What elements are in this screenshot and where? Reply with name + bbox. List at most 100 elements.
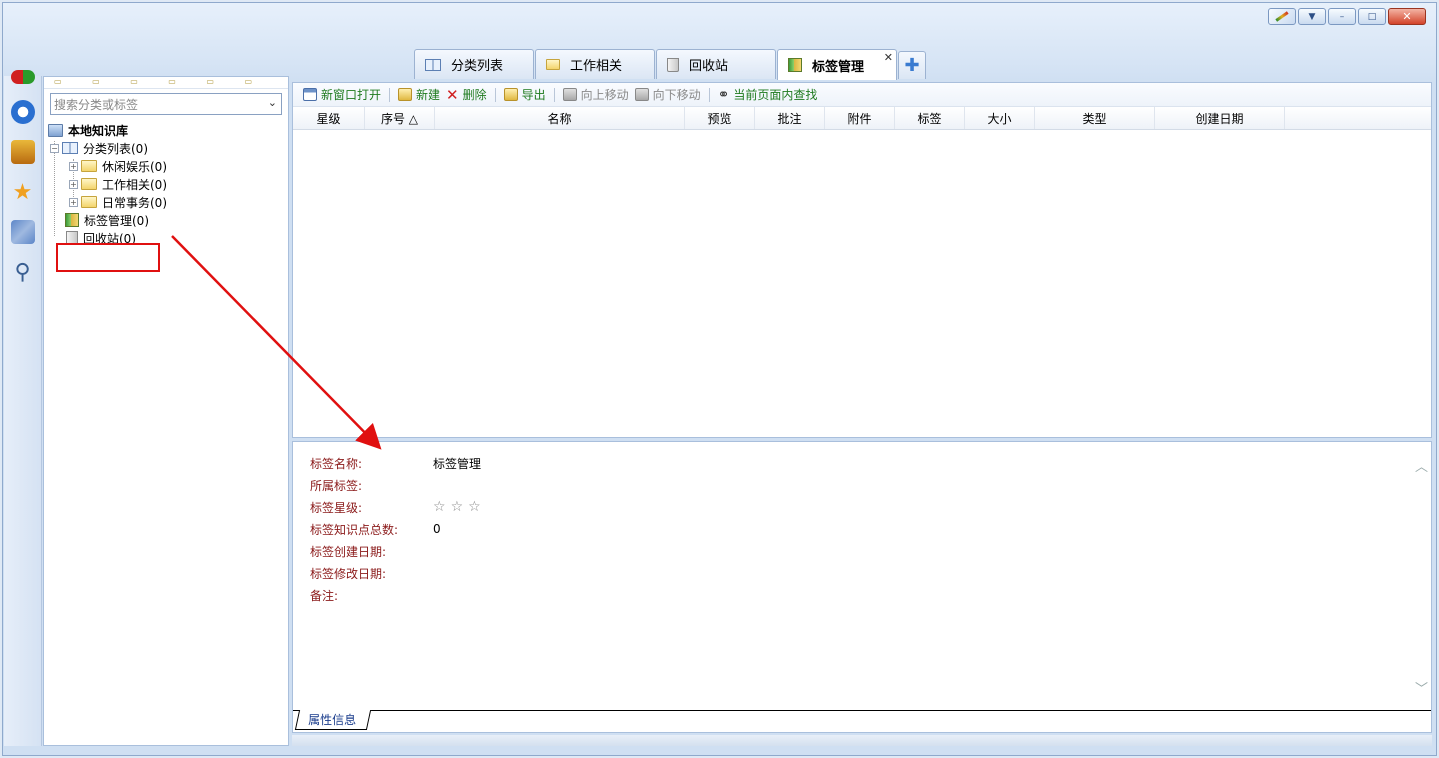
column-header-rating[interactable]: 星级 bbox=[293, 107, 365, 129]
search-icon[interactable]: ⚲ bbox=[11, 260, 35, 285]
expand-icon[interactable]: + bbox=[69, 161, 78, 171]
notebook-icon[interactable] bbox=[10, 140, 35, 164]
minimize-button[interactable]: – bbox=[1328, 8, 1356, 25]
property-row: 所属标签: bbox=[310, 474, 481, 496]
tab-category-list[interactable]: 分类列表 bbox=[414, 49, 534, 79]
column-header-attachment[interactable]: 附件 bbox=[825, 107, 895, 129]
new-button[interactable]: 新建 bbox=[398, 86, 440, 103]
properties-list: 标签名称: 标签管理 所属标签: 标签星级: ☆ ☆ ☆ 标签知识点总数: 0 标签… bbox=[310, 452, 481, 606]
tab-label: 回收站 bbox=[689, 59, 729, 74]
export-button[interactable]: 导出 bbox=[503, 86, 546, 103]
column-header-size[interactable]: 大小 bbox=[965, 107, 1035, 129]
scrollbar[interactable]: ︿ ﹀ bbox=[1415, 456, 1428, 697]
column-header-tag[interactable]: 标签 bbox=[895, 107, 965, 129]
move-down-icon bbox=[634, 88, 649, 101]
tag-book-icon bbox=[65, 213, 79, 227]
property-label: 所属标签: bbox=[310, 478, 363, 493]
button-label: 当前页面内查找 bbox=[733, 88, 818, 102]
tab-close-icon[interactable]: ✕ bbox=[884, 51, 893, 64]
toolbar-separator bbox=[389, 87, 391, 102]
property-row: 标签知识点总数: 0 bbox=[310, 518, 481, 540]
column-header-index[interactable]: 序号 △ bbox=[365, 107, 435, 129]
collapse-icon[interactable]: − bbox=[50, 143, 59, 153]
tab-work[interactable]: 工作相关 bbox=[535, 49, 655, 79]
expand-icon[interactable]: + bbox=[69, 197, 78, 207]
open-new-window-button[interactable]: 新窗口打开 bbox=[303, 86, 381, 103]
chevron-down-icon[interactable]: ⌄ bbox=[268, 96, 277, 109]
expand-icon[interactable]: + bbox=[69, 179, 78, 189]
move-up-button[interactable]: 向上移动 bbox=[562, 86, 629, 103]
search-placeholder: 搜索分类或标签 bbox=[54, 97, 139, 112]
property-label: 备注: bbox=[310, 588, 339, 603]
bottom-tab-bar: 属性信息 bbox=[293, 710, 1431, 732]
computer-icon bbox=[48, 123, 63, 137]
tree-node-category-list[interactable]: − 分类列表(0) bbox=[44, 139, 288, 157]
maximize-button[interactable]: □ bbox=[1358, 8, 1386, 25]
list-toolbar: 新窗口打开 新建 ✕ 删除 导出 向上移动 向下移动 ⚭ 当前页面内查找 bbox=[293, 83, 1431, 107]
property-row: 备注: bbox=[310, 584, 481, 606]
tree-node-work[interactable]: + 工作相关(0) bbox=[44, 175, 288, 193]
sync-icon[interactable] bbox=[10, 220, 35, 244]
button-label: 新窗口打开 bbox=[321, 88, 382, 102]
menu-dropdown-button[interactable]: ▼ bbox=[1298, 8, 1326, 25]
binoculars-icon: ⚭ bbox=[717, 86, 730, 103]
property-label: 标签创建日期: bbox=[310, 544, 387, 559]
chevron-up-icon[interactable]: ︿ bbox=[1415, 456, 1428, 475]
property-label: 标签修改日期: bbox=[310, 566, 387, 581]
tab-label: 标签管理 bbox=[812, 59, 865, 75]
tab-label: 工作相关 bbox=[570, 59, 623, 74]
tree-tool-row[interactable]: ▭ ▭ ▭ ▭ ▭ ▭ ▭ bbox=[44, 77, 288, 89]
export-icon bbox=[503, 88, 518, 101]
button-label: 导出 bbox=[521, 88, 546, 102]
property-value: 标签管理 bbox=[433, 456, 482, 471]
logo-icon[interactable] bbox=[10, 70, 35, 84]
close-button[interactable]: ✕ bbox=[1388, 8, 1426, 25]
knowledge-icon[interactable] bbox=[10, 100, 35, 124]
move-down-button[interactable]: 向下移动 bbox=[634, 86, 701, 103]
skin-icon[interactable] bbox=[1268, 8, 1296, 25]
delete-button[interactable]: ✕ 删除 bbox=[446, 86, 487, 104]
toolbar-separator bbox=[708, 87, 710, 102]
rating-stars[interactable]: ☆ ☆ ☆ bbox=[433, 499, 481, 515]
search-input[interactable]: 搜索分类或标签 ⌄ bbox=[50, 93, 282, 115]
toolbar-separator bbox=[553, 87, 555, 102]
property-label: 标签名称: bbox=[310, 456, 363, 471]
button-label: 删除 bbox=[462, 88, 487, 102]
star-icon[interactable]: ★ bbox=[11, 180, 35, 205]
tree-node-tag-management[interactable]: 标签管理(0) bbox=[44, 211, 288, 229]
tree-root[interactable]: 本地知识库 bbox=[44, 121, 288, 139]
tree-node-leisure[interactable]: + 休闲娱乐(0) bbox=[44, 157, 288, 175]
find-in-page-button[interactable]: ⚭ 当前页面内查找 bbox=[718, 86, 818, 103]
property-row: 标签星级: ☆ ☆ ☆ bbox=[310, 496, 481, 518]
star-icon[interactable]: ☆ bbox=[468, 499, 481, 515]
property-row: 标签创建日期: bbox=[310, 540, 481, 562]
new-folder-icon bbox=[398, 88, 413, 101]
highlight-box bbox=[56, 243, 160, 272]
column-header-type[interactable]: 类型 bbox=[1035, 107, 1155, 129]
item-list-panel: 新窗口打开 新建 ✕ 删除 导出 向上移动 向下移动 ⚭ 当前页面内查找 星级 … bbox=[292, 82, 1432, 438]
toolbar-separator bbox=[494, 87, 496, 102]
column-header-annotation[interactable]: 批注 bbox=[755, 107, 825, 129]
tab-label: 分类列表 bbox=[451, 59, 504, 74]
star-icon[interactable]: ☆ bbox=[433, 499, 446, 515]
tree-node-daily[interactable]: + 日常事务(0) bbox=[44, 193, 288, 211]
tab-tag-management[interactable]: 标签管理 ✕ bbox=[777, 49, 897, 80]
left-toolbar: ★ ⚲ bbox=[4, 70, 42, 746]
tab-trash[interactable]: 回收站 bbox=[656, 49, 776, 79]
tree-label: 工作相关(0) bbox=[102, 177, 167, 192]
column-header-created[interactable]: 创建日期 bbox=[1155, 107, 1285, 129]
folder-icon bbox=[81, 160, 97, 172]
add-tab-button[interactable]: ✚ bbox=[898, 51, 926, 79]
column-header-preview[interactable]: 预览 bbox=[685, 107, 755, 129]
window-icon bbox=[303, 88, 317, 101]
move-up-icon bbox=[562, 88, 577, 101]
tab-properties[interactable]: 属性信息 bbox=[294, 710, 372, 730]
star-icon[interactable]: ☆ bbox=[451, 499, 464, 515]
tree-label: 休闲娱乐(0) bbox=[102, 159, 167, 174]
tag-book-icon bbox=[788, 58, 802, 72]
tree-label: 标签管理(0) bbox=[84, 213, 149, 228]
column-header-name[interactable]: 名称 bbox=[435, 107, 685, 129]
window-controls: ▼ – □ ✕ bbox=[1268, 8, 1426, 25]
chevron-down-icon[interactable]: ﹀ bbox=[1415, 678, 1428, 697]
category-tree-panel: ▭ ▭ ▭ ▭ ▭ ▭ ▭ 搜索分类或标签 ⌄ 本地知识库 − 分类列表(0) … bbox=[43, 76, 289, 746]
